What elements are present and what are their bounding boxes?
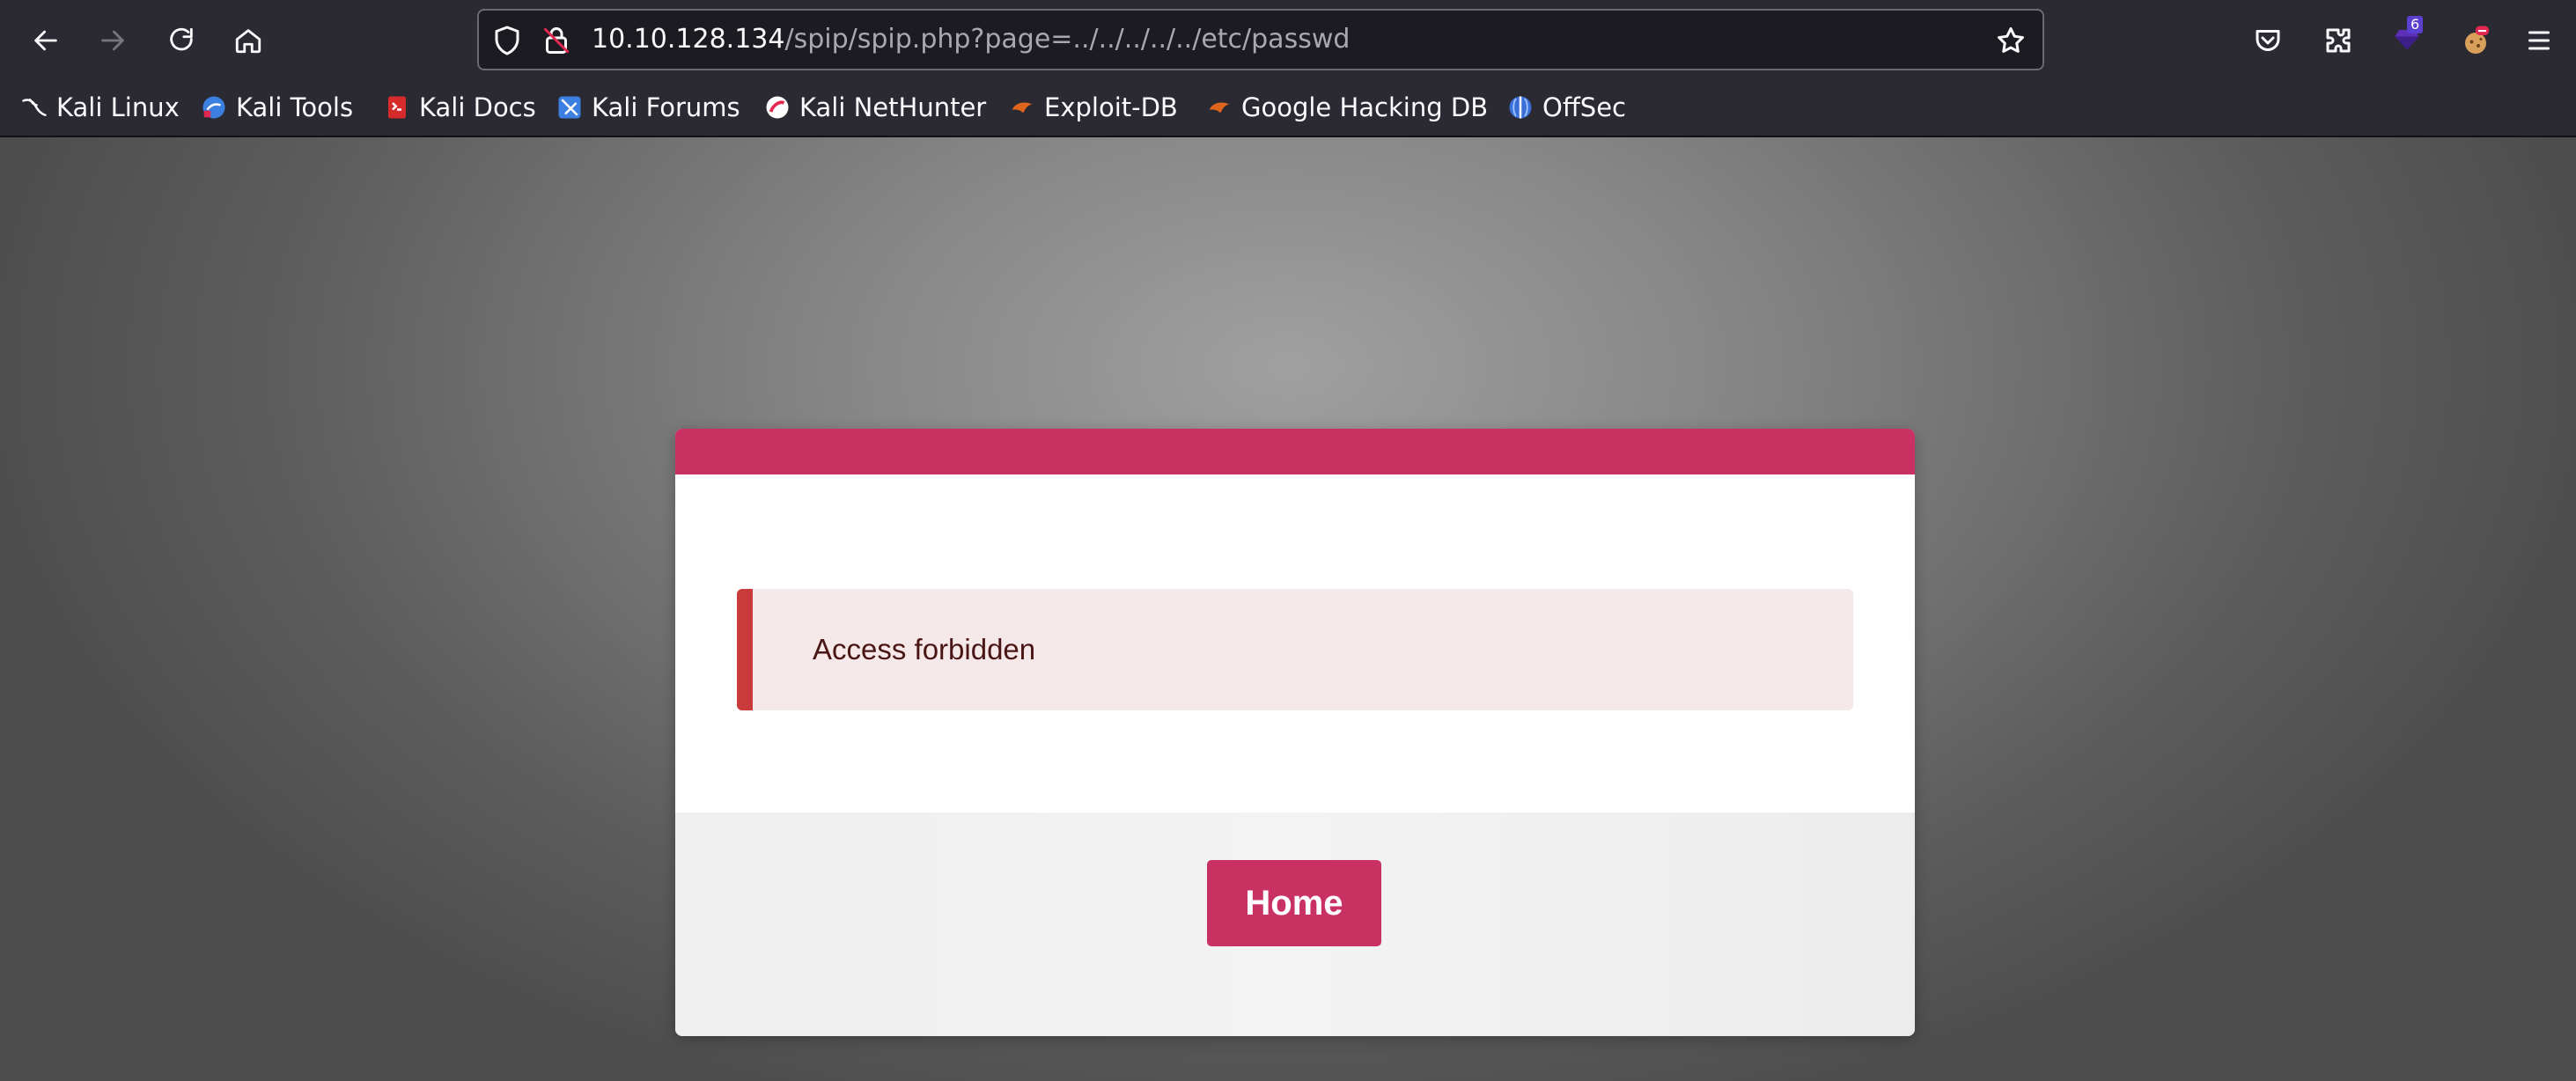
bookmark-label: Kali Docs <box>419 92 536 122</box>
bookmark-kali-nethunter[interactable]: Kali NetHunter <box>764 88 986 127</box>
card-header-bar <box>675 429 1915 474</box>
kali-tools-icon <box>202 96 225 119</box>
extension-badge: 6 <box>2407 16 2424 33</box>
pocket-button[interactable] <box>2248 21 2287 60</box>
back-button[interactable] <box>25 19 67 62</box>
forward-button[interactable] <box>92 19 134 62</box>
error-alert: Access forbidden <box>737 589 1853 710</box>
bookmark-google-hacking-db[interactable]: Google Hacking DB <box>1206 88 1488 127</box>
kali-dragon-icon <box>22 99 47 116</box>
bookmark-label: Kali Tools <box>236 92 354 122</box>
bookmark-star-icon[interactable] <box>1995 25 2027 56</box>
reload-icon <box>170 27 193 51</box>
bookmark-kali-linux[interactable]: Kali Linux <box>21 88 180 127</box>
ghdb-icon <box>1209 102 1230 114</box>
bookmark-label: Exploit-DB <box>1044 92 1178 122</box>
hamburger-menu-icon <box>2528 31 2550 50</box>
extension-button-1[interactable]: 6 <box>2388 16 2426 60</box>
error-card: Access forbidden Home <box>675 429 1915 1036</box>
bookmark-exploit-db[interactable]: Exploit-DB <box>1009 88 1178 127</box>
menu-button[interactable] <box>2520 21 2558 60</box>
card-footer: Home <box>675 813 1915 1036</box>
alert-accent-bar <box>737 589 753 710</box>
pocket-icon <box>2256 30 2280 51</box>
kali-nethunter-icon <box>766 96 789 119</box>
reload-button[interactable] <box>160 19 202 62</box>
url-bar[interactable]: 10.10.128.134/spip/spip.php?page=../../.… <box>477 9 2044 70</box>
exploit-db-icon <box>1012 102 1033 114</box>
bookmarks-toolbar: Kali Linux Kali Tools Kali Docs Kali For… <box>0 79 2576 137</box>
bookmark-label: Kali Forums <box>592 92 740 122</box>
bookmark-kali-tools[interactable]: Kali Tools <box>201 88 353 127</box>
bookmark-label: Kali NetHunter <box>799 92 987 122</box>
bookmark-label: Kali Linux <box>56 92 180 122</box>
kali-forums-icon <box>558 96 581 119</box>
browser-toolbar: 10.10.128.134/spip/spip.php?page=../../.… <box>0 0 2576 79</box>
puzzle-icon <box>2326 28 2351 53</box>
offsec-icon <box>1509 96 1532 119</box>
url-text[interactable]: 10.10.128.134/spip/spip.php?page=../../.… <box>592 11 1350 69</box>
url-path: /spip/spip.php?page=../../../../../etc/p… <box>784 24 1351 55</box>
home-button[interactable]: Home <box>1207 860 1381 946</box>
extensions-button[interactable] <box>2319 21 2358 60</box>
bookmark-kali-docs[interactable]: Kali Docs <box>384 88 536 127</box>
home-toolbar-button[interactable] <box>227 19 269 62</box>
extension-button-2[interactable] <box>2456 21 2495 60</box>
insecure-lock-icon[interactable] <box>541 25 572 56</box>
bookmark-label: Google Hacking DB <box>1241 92 1489 122</box>
bookmark-kali-forums[interactable]: Kali Forums <box>556 88 740 127</box>
arrow-left-icon <box>34 30 57 51</box>
bookmark-label: OffSec <box>1542 92 1627 122</box>
bookmark-offsec[interactable]: OffSec <box>1507 88 1626 127</box>
cookie-extension-icon <box>2465 26 2489 54</box>
page-viewport: Access forbidden Home <box>0 137 2576 1081</box>
shield-icon[interactable] <box>491 25 523 56</box>
home-icon <box>235 29 261 54</box>
arrow-right-icon <box>101 30 124 51</box>
kali-docs-icon <box>388 96 406 119</box>
url-host: 10.10.128.134 <box>592 24 785 55</box>
alert-message: Access forbidden <box>813 633 1036 666</box>
